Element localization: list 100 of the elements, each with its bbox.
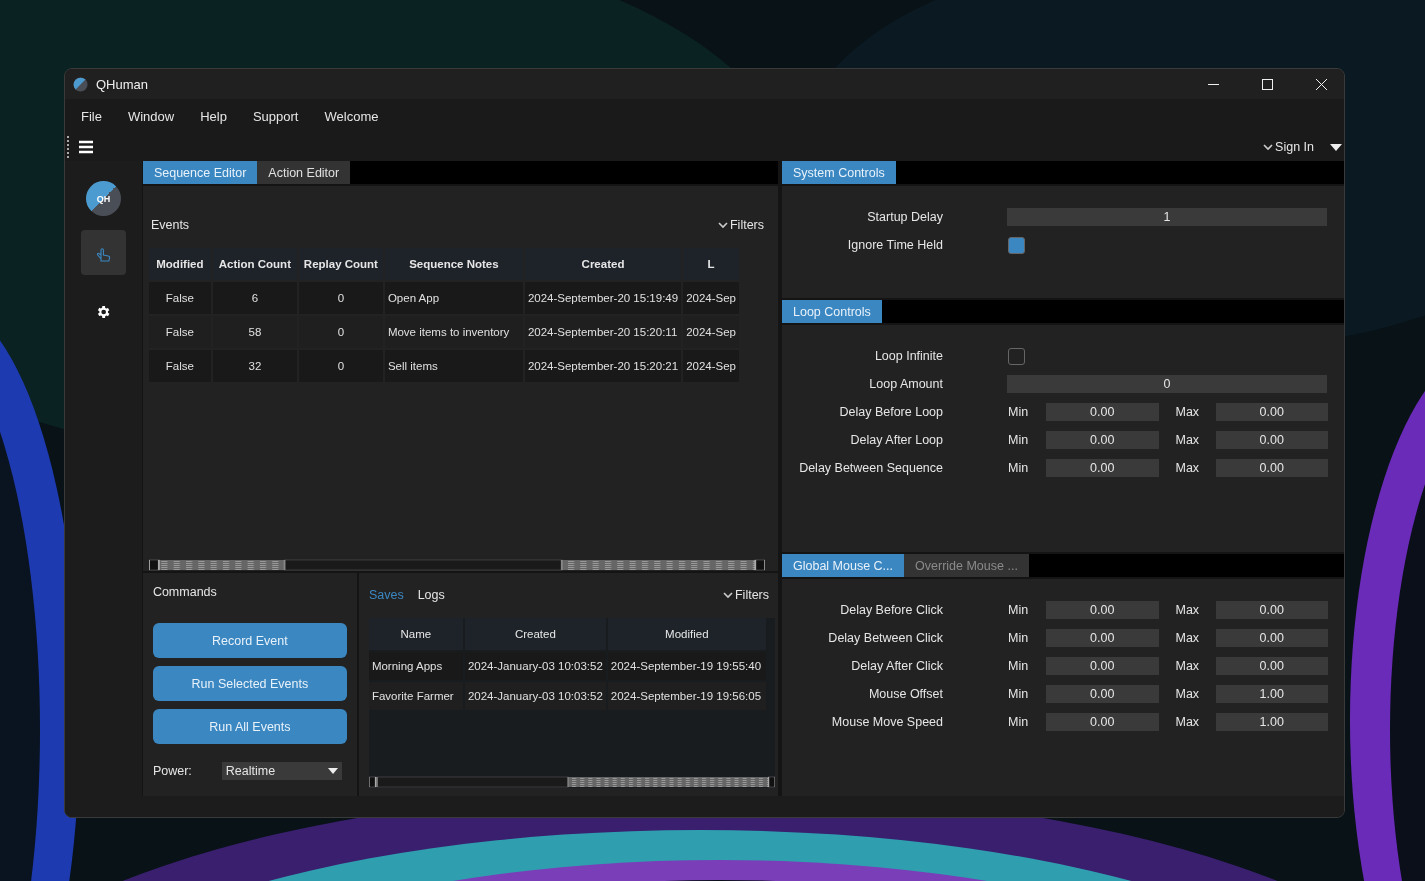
min-field[interactable]: 0.00 (1046, 403, 1159, 421)
min-label: Min (1008, 405, 1030, 419)
min-label: Min (1008, 659, 1030, 673)
tab[interactable]: Logs (417, 588, 445, 602)
min-field[interactable]: 0.00 (1046, 459, 1159, 477)
column-header[interactable]: Sequence Notes (384, 248, 523, 280)
table-cell: 0 (298, 350, 383, 382)
max-field[interactable]: 0.00 (1215, 403, 1328, 421)
section-title: Events (150, 218, 190, 232)
table-cell: 2024-September-19 19:56:05 (607, 682, 766, 710)
min-label: Min (1008, 631, 1030, 645)
number-field[interactable]: 0 (1007, 375, 1327, 393)
max-label: Max (1175, 631, 1201, 645)
table-cell: Favorite Farmer (368, 682, 463, 710)
tab[interactable]: System Controls (782, 161, 896, 184)
field-label: Loop Infinite (873, 349, 943, 363)
table-cell: 2024-January-03 10:03:52 (464, 682, 606, 710)
tab[interactable]: Action Editor (257, 161, 351, 184)
close-icon (1315, 78, 1327, 90)
tab[interactable]: Loop Controls (782, 300, 882, 323)
table-cell: 2024-September-20 15:19:49 (524, 282, 682, 314)
maximize-icon (1261, 78, 1273, 90)
max-label: Max (1175, 603, 1201, 617)
filters-button[interactable]: Filters (717, 218, 764, 232)
max-label: Max (1175, 433, 1201, 447)
table-cell: Open App (384, 282, 523, 314)
menu-item[interactable]: Support (242, 108, 309, 124)
field-label: Delay After Click (850, 659, 943, 673)
tab[interactable]: Saves (368, 588, 404, 602)
min-field[interactable]: 0.00 (1046, 685, 1159, 703)
table-cell: Sell items (384, 350, 523, 382)
window-title: QHuman (96, 76, 150, 92)
checkbox[interactable] (1008, 347, 1025, 365)
min-label: Min (1008, 687, 1030, 701)
table-cell: 32 (212, 350, 297, 382)
max-field[interactable]: 1.00 (1215, 713, 1328, 731)
column-header[interactable]: L (683, 248, 739, 280)
min-field[interactable]: 0.00 (1046, 601, 1159, 619)
tab[interactable]: Global Mouse C... (782, 554, 905, 577)
min-label: Min (1008, 603, 1030, 617)
section-title: Commands (152, 585, 218, 599)
table-cell: 2024-Sep (683, 350, 739, 382)
dropdown-arrow-icon[interactable] (1330, 143, 1342, 151)
app-logo-icon (73, 76, 88, 92)
column-header[interactable]: Action Count (212, 248, 297, 280)
column-header[interactable]: Modified (148, 248, 211, 280)
checkbox[interactable] (1008, 236, 1025, 254)
field-label: Delay Between Sequence (798, 461, 943, 475)
min-label: Min (1008, 715, 1030, 729)
horizontal-scrollbar[interactable] (368, 776, 775, 788)
menu-item[interactable]: File (71, 108, 112, 124)
min-field[interactable]: 0.00 (1046, 629, 1159, 647)
field-label: Startup Delay (866, 210, 943, 224)
table-cell: 2024-January-03 10:03:52 (464, 652, 606, 680)
column-header[interactable]: Modified (607, 618, 766, 650)
column-header[interactable]: Name (368, 618, 463, 650)
menu-item[interactable]: Window (117, 108, 185, 124)
table-cell: False (148, 282, 211, 314)
settings-icon (95, 303, 112, 320)
field-label: Delay Before Loop (838, 405, 943, 419)
power-label: Power: (152, 764, 192, 778)
table-cell: 6 (212, 282, 297, 314)
tab[interactable]: Override Mouse ... (904, 554, 1029, 577)
max-field[interactable]: 0.00 (1215, 657, 1328, 675)
min-label: Min (1008, 433, 1030, 447)
max-label: Max (1175, 405, 1201, 419)
min-field[interactable]: 0.00 (1046, 431, 1159, 449)
table-cell: 2024-September-20 15:20:21 (524, 350, 682, 382)
max-field[interactable]: 0.00 (1215, 431, 1328, 449)
column-header[interactable]: Created (524, 248, 682, 280)
menu-icon[interactable] (79, 140, 93, 154)
max-field[interactable]: 0.00 (1215, 629, 1328, 647)
min-field[interactable]: 0.00 (1046, 713, 1159, 731)
table-cell: 2024-September-19 19:55:40 (607, 652, 766, 680)
table-cell: Morning Apps (368, 652, 463, 680)
max-field[interactable]: 0.00 (1215, 459, 1328, 477)
max-field[interactable]: 0.00 (1215, 601, 1328, 619)
number-field[interactable]: 1 (1007, 208, 1327, 226)
chevron-down-icon (1263, 143, 1274, 151)
power-select[interactable]: Realtime (221, 762, 342, 780)
field-label: Mouse Offset (867, 687, 943, 701)
menu-item[interactable]: Welcome (314, 108, 389, 124)
sign-in-button[interactable]: Sign In (1263, 140, 1314, 154)
horizontal-scrollbar[interactable] (148, 559, 765, 571)
min-field[interactable]: 0.00 (1046, 657, 1159, 675)
max-label: Max (1175, 659, 1201, 673)
column-header[interactable]: Replay Count (298, 248, 383, 280)
max-field[interactable]: 1.00 (1215, 685, 1328, 703)
menu-item[interactable]: Help (190, 108, 237, 124)
filters-button[interactable]: Filters (722, 588, 769, 602)
dropdown-arrow-icon (327, 768, 338, 774)
field-label: Delay Before Click (839, 603, 943, 617)
field-label: Mouse Move Speed (830, 715, 943, 729)
field-label: Delay After Loop (849, 433, 943, 447)
column-header[interactable]: Created (464, 618, 606, 650)
table-cell: 2024-Sep (683, 282, 739, 314)
field-label: Loop Amount (868, 377, 943, 391)
min-label: Min (1008, 461, 1030, 475)
chevron-down-icon (722, 591, 733, 599)
table-cell: 0 (298, 282, 383, 314)
